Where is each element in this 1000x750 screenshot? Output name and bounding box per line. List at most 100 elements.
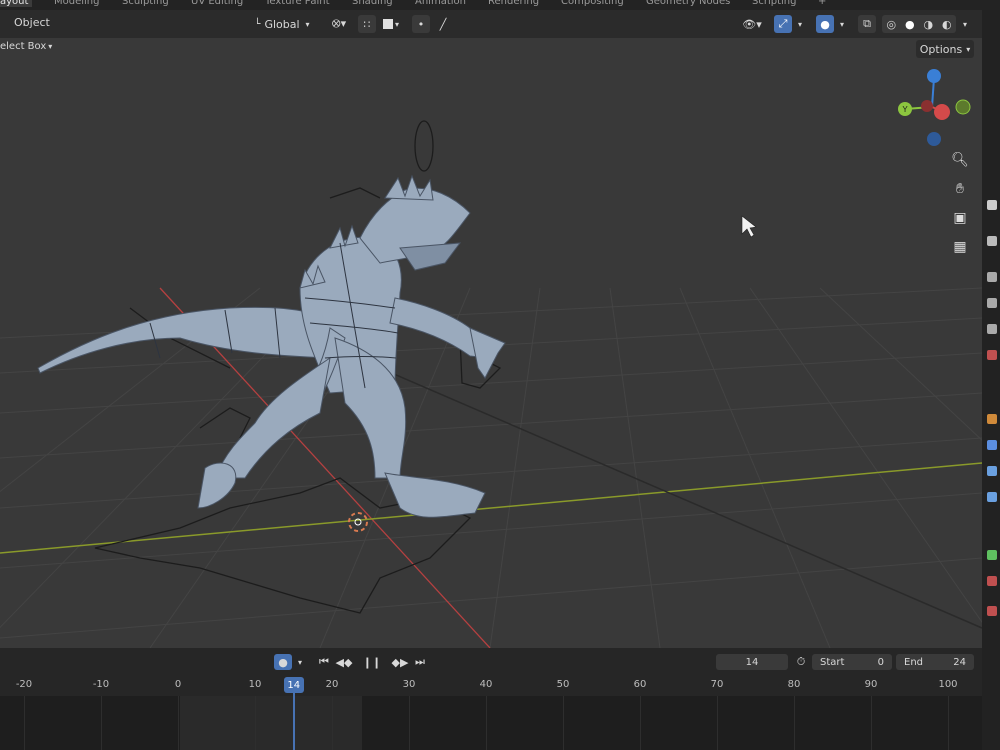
jump-end-icon[interactable]: ⏭︎	[410, 654, 430, 670]
timeline-gridline	[409, 696, 410, 750]
timeline-ruler[interactable]: -20 -10 0 10 20 30 40 50 60 70 80 90 100	[0, 676, 982, 696]
timeline-gridline	[871, 696, 872, 750]
timeline-gridline	[948, 696, 949, 750]
texture-properties-icon[interactable]	[987, 606, 997, 616]
visibility-filter-icon[interactable]: 👁︎▾	[738, 15, 766, 33]
timeline-gridline	[794, 696, 795, 750]
tool-properties-icon[interactable]	[987, 200, 997, 210]
particles-icon[interactable]	[987, 466, 997, 476]
end-frame-field[interactable]: End 24	[896, 654, 974, 670]
pause-icon[interactable]: ❙❙	[362, 654, 382, 670]
chevron-down-icon[interactable]: ▾	[794, 15, 806, 33]
start-value: 0	[877, 656, 884, 668]
output-properties-icon[interactable]	[987, 272, 997, 282]
3d-viewport[interactable]: Y 🔍︎ ✋︎ ▣ ▦ Options ▾ elect Box ▾	[0, 38, 982, 648]
ruler-tick-label: 50	[556, 679, 570, 690]
data-properties-icon[interactable]	[987, 550, 997, 560]
prev-keyframe-icon[interactable]: ◀◆	[334, 654, 354, 670]
ruler-tick-label: -20	[15, 679, 33, 690]
proportional-edit-icon[interactable]: •	[412, 15, 430, 33]
workspace-tab[interactable]: Geometry Nodes	[646, 0, 730, 7]
modifier-properties-icon[interactable]	[987, 440, 997, 450]
gizmo-x-negative[interactable]	[921, 100, 933, 112]
timeline-gridline	[101, 696, 102, 750]
material-shading-icon[interactable]: ◑	[923, 18, 933, 31]
workspace-tab[interactable]: Compositing	[561, 0, 624, 7]
gizmo-x-positive[interactable]	[934, 104, 950, 120]
3d-cursor-icon[interactable]	[348, 512, 368, 532]
orientation-axes-icon: └	[254, 18, 261, 30]
chevron-down-icon[interactable]: ▾	[958, 15, 972, 33]
workspace-tab[interactable]: +	[818, 0, 826, 7]
mouse-pointer-icon	[741, 215, 757, 238]
chevron-down-icon: ▾	[48, 42, 53, 51]
ruler-tick-label: 40	[479, 679, 493, 690]
current-frame-field[interactable]: 14	[716, 654, 788, 670]
render-properties-icon[interactable]	[987, 236, 997, 246]
workspace-tab[interactable]: Sculpting	[122, 0, 169, 7]
chevron-down-icon[interactable]: ▾	[294, 654, 306, 670]
select-box-dropdown[interactable]: elect Box ▾	[0, 41, 52, 52]
timeline-gridline	[486, 696, 487, 750]
ruler-tick-label: 10	[248, 679, 262, 690]
workspace-tab[interactable]: Shading	[352, 0, 393, 7]
start-label: Start	[820, 656, 845, 668]
end-value: 24	[953, 656, 966, 668]
ruler-tick-label: 70	[710, 679, 724, 690]
physics-icon[interactable]	[987, 492, 997, 502]
pivot-point-icon[interactable]: ⭙▾	[326, 15, 352, 33]
timeline-body[interactable]	[0, 696, 982, 750]
wireframe-shading-icon[interactable]: ◎	[886, 18, 896, 31]
scene-properties-icon[interactable]	[987, 324, 997, 334]
camera-icon[interactable]: ▣	[947, 205, 973, 231]
start-frame-field[interactable]: Start 0	[812, 654, 892, 670]
gizmo-y-negative[interactable]	[955, 99, 971, 115]
playhead-frame-label[interactable]: 14	[283, 677, 304, 693]
workspace-tab[interactable]: Texture Paint	[265, 0, 330, 7]
select-box-label: elect Box	[0, 41, 47, 52]
timeline-gridline	[178, 696, 179, 750]
falloff-icon[interactable]: ╱	[434, 15, 452, 33]
transform-orientation-dropdown[interactable]: └ Global ▾	[244, 15, 320, 33]
view-layer-icon[interactable]	[987, 298, 997, 308]
viewport-header: Object └ Global ▾ ⭙▾ ∷ ▾ • ╱ 👁︎▾ ⤢ ▾ ● ▾…	[0, 10, 982, 38]
snap-target-icon[interactable]: ▾	[378, 15, 404, 33]
material-properties-icon[interactable]	[987, 576, 997, 586]
world-properties-icon[interactable]	[987, 350, 997, 360]
workspace-tab[interactable]: Rendering	[488, 0, 539, 7]
viewport-scene	[0, 120, 982, 648]
options-label: Options	[919, 42, 963, 56]
chevron-down-icon[interactable]: ▾	[836, 15, 848, 33]
jump-start-icon[interactable]: ⏮︎	[314, 654, 334, 670]
object-menu[interactable]: Object	[14, 16, 50, 29]
workspace-tab[interactable]: Modeling	[54, 0, 100, 7]
pan-hand-icon[interactable]: ✋︎	[947, 176, 973, 202]
xray-toggle-icon[interactable]: ⧉	[858, 15, 876, 33]
next-keyframe-icon[interactable]: ◆▶	[390, 654, 410, 670]
properties-icon-strip	[982, 10, 1000, 750]
rendered-shading-icon[interactable]: ◐	[942, 18, 952, 31]
shading-mode-group[interactable]: ◎ ● ◑ ◐	[882, 15, 956, 33]
gizmo-z-positive[interactable]	[927, 69, 941, 83]
object-properties-icon[interactable]	[987, 414, 997, 424]
gizmo-y-label: Y	[902, 105, 908, 114]
gizmo-z-negative[interactable]	[927, 132, 941, 146]
timeline-gridline	[717, 696, 718, 750]
navigation-gizmo[interactable]: Y	[892, 64, 982, 154]
zoom-icon[interactable]: 🔍︎	[947, 147, 973, 173]
workspace-tab[interactable]: Animation	[415, 0, 466, 7]
overlay-toggle-icon[interactable]: ●	[816, 15, 834, 33]
workspace-tab[interactable]: UV Editing	[191, 0, 243, 7]
options-dropdown[interactable]: Options ▾	[916, 40, 974, 58]
workspace-tab[interactable]: ayout	[0, 0, 33, 7]
solid-shading-icon[interactable]: ●	[905, 18, 915, 31]
stopwatch-icon[interactable]: ⏱︎	[792, 654, 810, 670]
snap-toggle-icon[interactable]: ∷	[358, 15, 376, 33]
chevron-down-icon: ▾	[966, 44, 971, 54]
workspace-tab[interactable]: Scripting	[752, 0, 796, 7]
frame-range-highlight	[180, 696, 362, 750]
gizmo-toggle-icon[interactable]: ⤢	[774, 15, 792, 33]
auto-keying-button[interactable]: ●	[274, 654, 292, 670]
orientation-label: Global	[264, 17, 300, 31]
grid-ortho-icon[interactable]: ▦	[947, 234, 973, 260]
